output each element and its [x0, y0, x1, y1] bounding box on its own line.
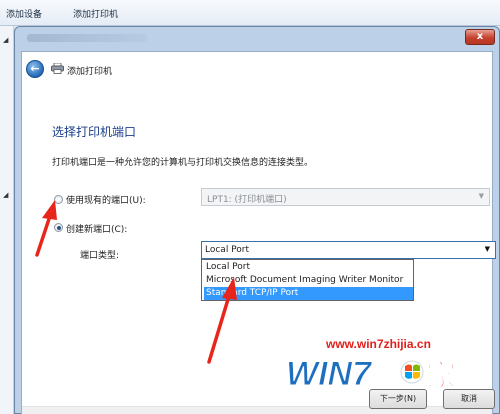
port-type-label: 端口类型: — [80, 251, 120, 261]
back-button[interactable]: ← — [26, 60, 44, 78]
win7-logo: WIN7 家 — [286, 355, 457, 394]
watermark: www.win7zhijia.cn WIN7 家 — [286, 337, 498, 395]
page-heading: 选择打印机端口 — [52, 125, 137, 139]
new-port-radio[interactable] — [54, 223, 63, 232]
blurred-window-title — [27, 34, 147, 42]
close-button[interactable]: x — [465, 29, 495, 45]
collapse-arrow-icon[interactable]: ◢ — [3, 191, 8, 199]
add-printer-menu[interactable]: 添加打印机 — [73, 7, 118, 20]
wizard-nav-bar: ← 添加打印机 — [22, 52, 492, 86]
port-option-local[interactable]: Local Port — [204, 261, 413, 274]
port-type-select[interactable]: Local Port ▼ — [201, 241, 496, 259]
chevron-down-icon: ▼ — [484, 245, 490, 253]
port-option-tcpip[interactable]: Standard TCP/IP Port — [204, 287, 413, 300]
port-type-value: Local Port — [205, 245, 250, 255]
background-toolbar: 添加设备 添加打印机 — [0, 0, 500, 26]
collapse-arrow-icon[interactable]: ◢ — [3, 36, 8, 44]
printer-icon — [51, 63, 64, 74]
watermark-url: www.win7zhijia.cn — [326, 337, 431, 351]
svg-text:WIN7: WIN7 — [286, 355, 373, 393]
existing-port-radio[interactable] — [54, 195, 63, 204]
port-option-mdi-writer[interactable]: Microsoft Document Imaging Writer Monito… — [204, 274, 413, 287]
svg-text:家: 家 — [426, 359, 456, 393]
new-port-label[interactable]: 创建新端口(C): — [66, 222, 127, 235]
existing-port-label[interactable]: 使用现有的端口(U): — [66, 193, 146, 206]
existing-port-value: LPT1: (打印机端口) — [207, 195, 287, 205]
chevron-down-icon: ▼ — [478, 192, 484, 200]
add-device-menu[interactable]: 添加设备 — [6, 7, 42, 20]
port-type-dropdown-list: Local Port Microsoft Document Imaging Wr… — [201, 259, 414, 301]
page-description: 打印机端口是一种允许您的计算机与打印机交换信息的连接类型。 — [52, 158, 314, 168]
existing-port-select[interactable]: LPT1: (打印机端口) ▼ — [201, 188, 490, 206]
dialog-title: 添加打印机 — [67, 67, 113, 77]
background-sidebar: ◢ ◢ — [0, 26, 14, 414]
